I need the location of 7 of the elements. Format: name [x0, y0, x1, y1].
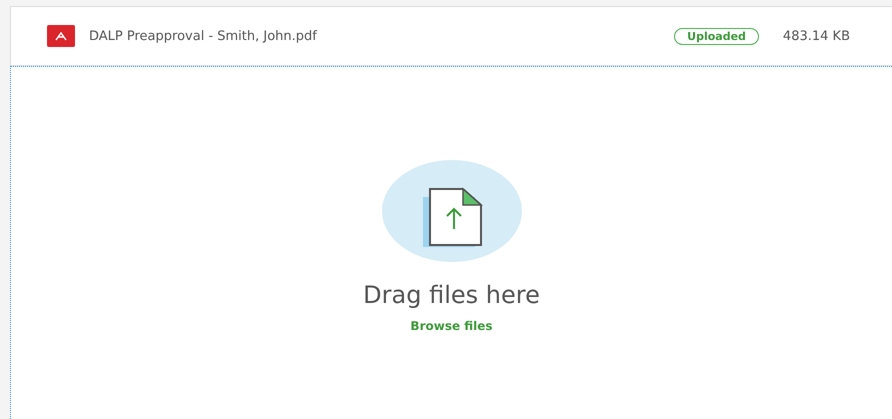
drop-title: Drag files here [363, 281, 540, 309]
file-size: 483.14 KB [782, 28, 850, 44]
file-name: DALP Preapproval - Smith, John.pdf [89, 28, 318, 44]
drop-zone[interactable]: Drag files here Browse files [10, 66, 892, 419]
pdf-icon [47, 25, 75, 47]
status-badge: Uploaded [674, 28, 759, 44]
browse-files-link[interactable]: Browse files [410, 319, 493, 333]
